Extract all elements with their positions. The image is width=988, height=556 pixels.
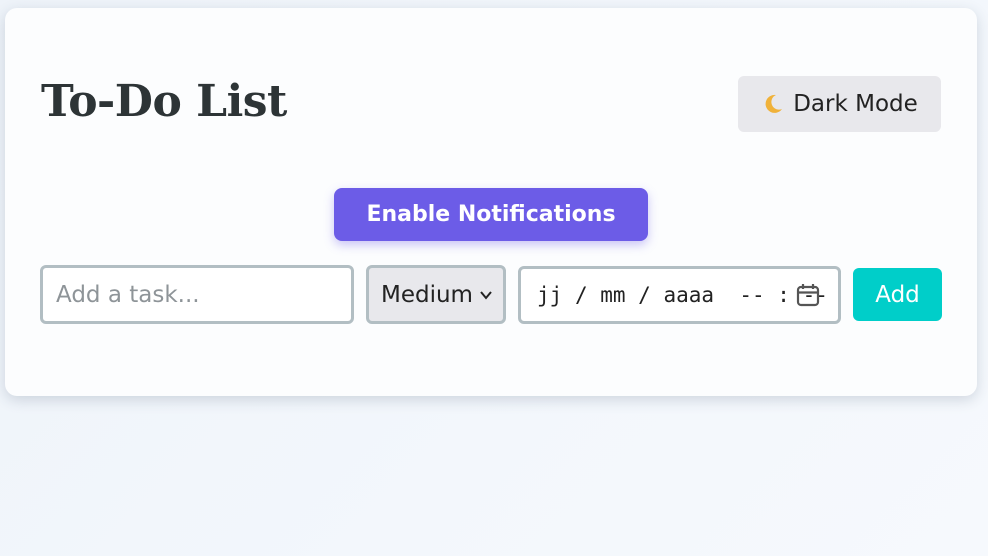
- date-day-field[interactable]: jj: [537, 283, 562, 307]
- page-title: To-Do List: [41, 76, 287, 127]
- date-year-field[interactable]: aaaa: [663, 283, 714, 307]
- calendar-icon[interactable]: [795, 282, 821, 308]
- date-separator: /: [625, 283, 664, 307]
- date-month-field[interactable]: mm: [600, 283, 625, 307]
- todo-card: To-Do List Dark Mode Enable Notification…: [5, 8, 977, 396]
- due-datetime-input[interactable]: jj / mm / aaaa -- : --: [518, 266, 841, 324]
- time-hour-field[interactable]: --: [739, 283, 764, 307]
- dark-mode-button[interactable]: Dark Mode: [738, 76, 941, 132]
- add-task-button[interactable]: Add: [853, 268, 942, 321]
- priority-selected-value: Medium: [381, 281, 473, 308]
- dark-mode-label: Dark Mode: [793, 91, 918, 117]
- enable-notifications-button[interactable]: Enable Notifications: [334, 188, 648, 241]
- chevron-down-icon: [480, 291, 492, 300]
- date-separator: /: [562, 283, 601, 307]
- priority-select[interactable]: Medium: [366, 265, 506, 324]
- time-gap: [714, 283, 739, 307]
- task-input[interactable]: [40, 265, 354, 324]
- crescent-moon-icon: [765, 94, 783, 113]
